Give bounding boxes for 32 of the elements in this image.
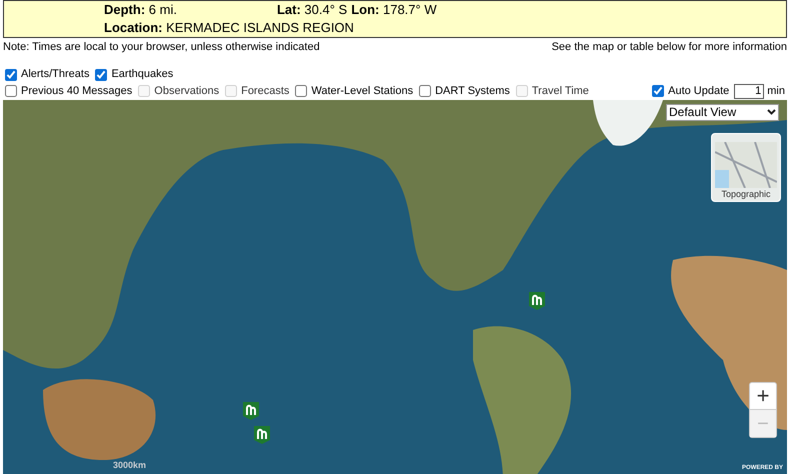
view-dropdown[interactable]: Default View (666, 104, 779, 120)
event-field: Location: KERMADEC ISLANDS REGION (104, 20, 354, 36)
tsunami-marker-icon[interactable] (254, 426, 270, 444)
event-field: Depth: 6 mi. (104, 2, 177, 18)
basemap-toggle[interactable]: Topographic (711, 132, 781, 202)
layer-checkbox[interactable] (295, 85, 308, 97)
layer-label: Previous 40 Messages (21, 84, 132, 99)
info-text: See the map or table below for more information (552, 40, 787, 55)
layer-label: Forecasts (241, 84, 290, 99)
layer-label: Water-Level Stations (311, 84, 414, 99)
unit-label: min (767, 84, 785, 99)
scale-label: 3000km (113, 458, 146, 472)
event-field: Lon: 178.7° W (351, 2, 437, 18)
layer-label: Travel Time (532, 84, 589, 99)
chevron-down-icon (767, 109, 776, 115)
layer-checkbox[interactable] (5, 85, 17, 97)
layer-label: Observations (154, 84, 220, 99)
layer-label: Earthquakes (111, 67, 174, 82)
layer-checkbox[interactable] (652, 85, 664, 97)
note-text: Note: Times are local to your browser, unless otherwise indicated (3, 40, 320, 55)
layer-label: Auto Update (668, 84, 730, 99)
layer-checkbox[interactable] (419, 85, 432, 97)
layer-label: Alerts/Threats (21, 67, 90, 82)
tsunami-marker-icon[interactable] (529, 292, 545, 310)
basemap-label: Topographic (721, 190, 771, 198)
street-map-thumbnail-icon (715, 142, 777, 188)
layer-label: DART Systems (435, 84, 510, 99)
tsunami-marker-icon[interactable] (243, 402, 259, 420)
event-field: Lat: 30.4° S (276, 2, 348, 18)
interval-input[interactable]: 1 (734, 84, 764, 98)
layer-checkbox[interactable] (95, 68, 108, 80)
layer-checkbox[interactable] (5, 68, 17, 80)
